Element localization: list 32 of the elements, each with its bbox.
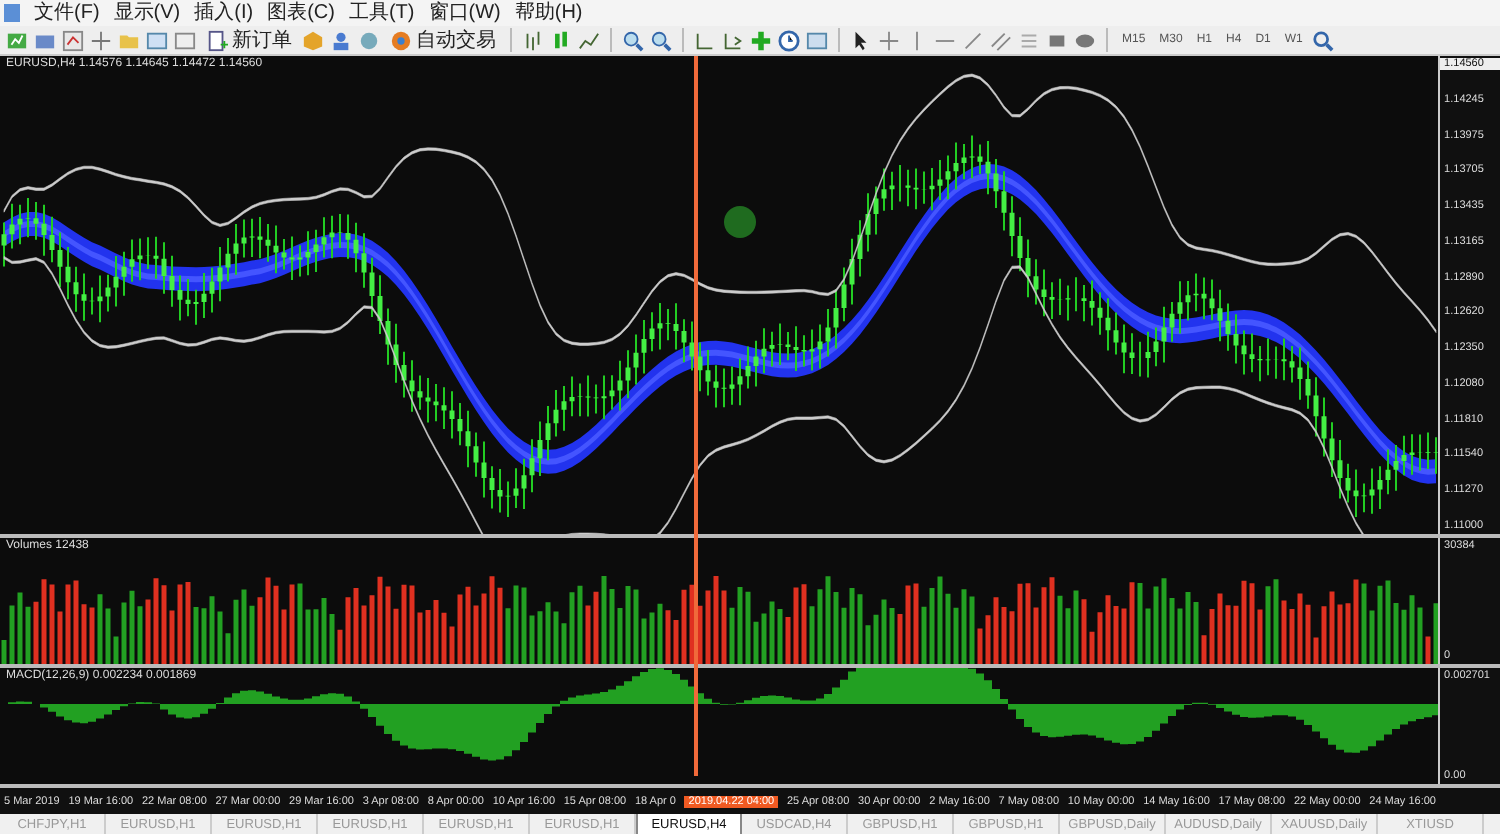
cursor-icon[interactable] [850,29,872,51]
candlestick-icon[interactable] [550,29,572,51]
zoom-in-icon[interactable] [622,29,644,51]
template-icon[interactable] [806,29,828,51]
person-icon[interactable] [330,29,352,51]
new-order-button[interactable]: 新订单 [202,26,296,54]
menu-item[interactable]: 窗口(W) [428,0,501,26]
menu-item[interactable]: 插入(I) [194,0,254,26]
zoom-out-icon[interactable] [650,29,672,51]
clock-icon[interactable] [778,29,800,51]
menu-item[interactable]: 图表(C) [267,0,335,26]
menu-item[interactable]: 显示(V) [113,0,181,26]
trend-line-icon[interactable] [962,29,984,51]
new-chart-icon[interactable] [6,29,28,51]
channel-icon[interactable] [990,29,1012,51]
cursor-highlight-icon [724,206,756,238]
app-icon [4,4,20,22]
document-plus-icon [206,29,228,51]
ellipse-icon[interactable] [1074,29,1096,51]
fibonacci-icon[interactable] [1018,29,1040,51]
line-chart-icon[interactable] [578,29,600,51]
indicators-icon[interactable] [750,29,772,51]
search-icon[interactable] [1312,29,1335,51]
menu-item[interactable]: 文件(F) [34,0,100,26]
menu-item[interactable]: 工具(T) [348,0,415,26]
window-icon[interactable] [146,29,168,51]
menu-item[interactable]: 帮助(H) [514,0,583,26]
auto-trading-button[interactable]: 自动交易 [386,26,500,54]
market-watch-icon[interactable] [62,29,84,51]
crosshair-icon[interactable] [90,29,112,51]
bar-chart-icon[interactable] [522,29,544,51]
shift-icon[interactable] [722,29,744,51]
